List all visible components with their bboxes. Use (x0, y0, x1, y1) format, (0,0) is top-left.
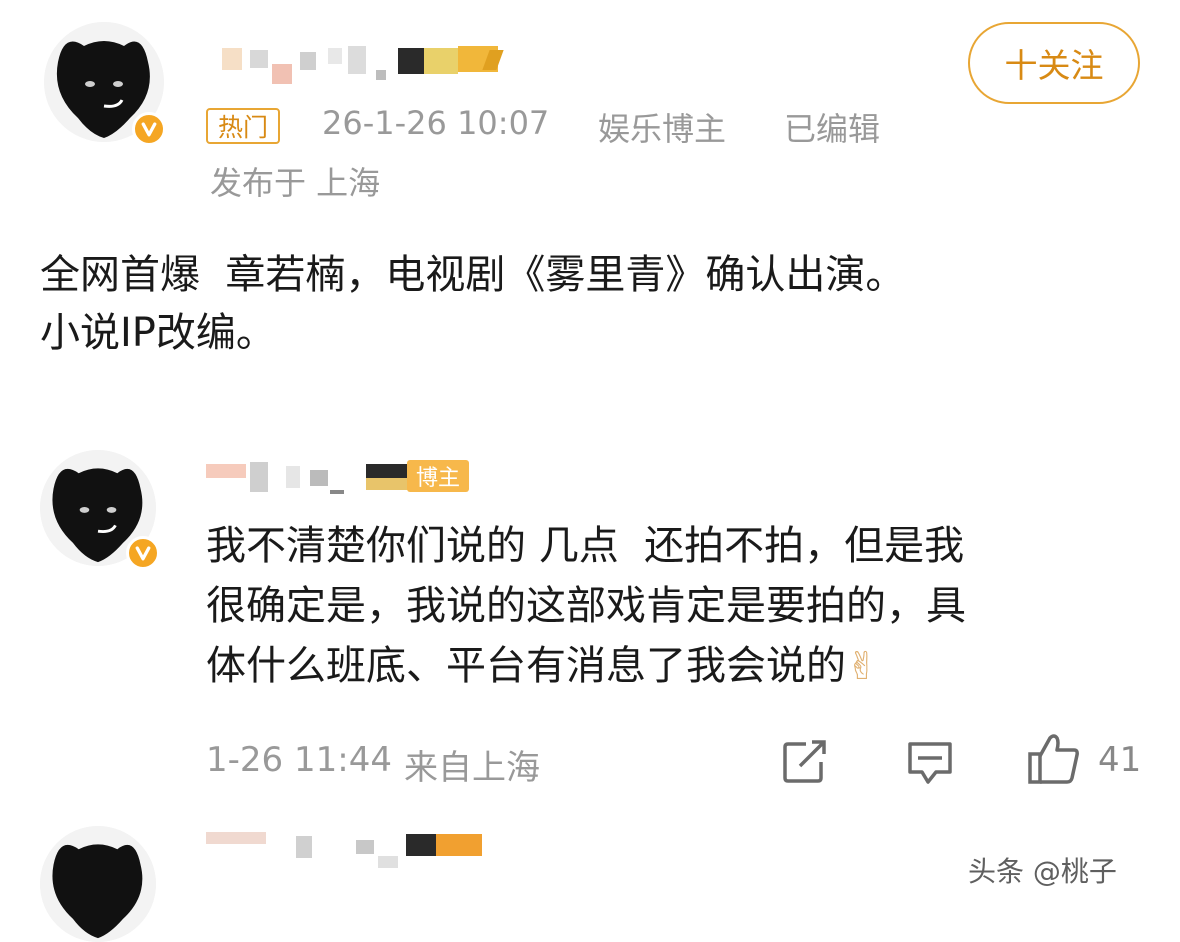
blogger-badge: 博主 (407, 460, 469, 492)
follow-button-label: 十关注 (1004, 46, 1104, 85)
author-type: 娱乐博主 (598, 110, 727, 148)
follow-button[interactable]: 十关注 (968, 22, 1140, 104)
comment-timestamp: 1-26 11:44 (206, 740, 392, 780)
verified-v-icon (126, 536, 160, 570)
commenter-name-blurred[interactable] (206, 460, 408, 496)
post-body-line-2: 小说IP改编。 (40, 310, 276, 356)
verified-v-icon (132, 112, 166, 146)
like-icon[interactable] (1026, 732, 1082, 786)
comment-body-line-2: 很确定是，我说的这部戏肯定是要拍的，具 (206, 583, 966, 629)
share-icon[interactable] (782, 740, 828, 784)
edited-label: 已编辑 (784, 110, 881, 148)
post-body-line-1: 全网首爆 章若楠，电视剧《雾里青》确认出演。 (40, 252, 906, 298)
comment-body-line-3: 体什么班底、平台有消息了我会说的✌ (206, 636, 1156, 696)
next-commenter-name-blurred[interactable] (206, 832, 486, 868)
comment-body-line-3-text: 体什么班底、平台有消息了我会说的 (206, 643, 846, 689)
watermark: 头条 @桃子 (968, 855, 1117, 888)
post-timestamp: 26-1-26 10:07 (322, 104, 550, 142)
victory-hand-emoji: ✌ (846, 644, 878, 688)
hot-tag: 热门 (206, 108, 281, 144)
like-count: 41 (1098, 740, 1142, 780)
comment-body-line-1: 我不清楚你们说的 几点 还拍不拍，但是我 (206, 523, 965, 569)
hot-tag-label: 热门 (218, 113, 269, 142)
post-body: 全网首爆 章若楠，电视剧《雾里青》确认出演。 小说IP改编。 (40, 246, 1140, 362)
comment-location: 来自上海 (404, 748, 540, 788)
comment-icon[interactable] (906, 740, 954, 786)
author-name-blurred[interactable] (216, 40, 516, 84)
post-location: 发布于 上海 (210, 164, 381, 202)
comment-body: 我不清楚你们说的 几点 还拍不拍，但是我 很确定是，我说的这部戏肯定是要拍的，具… (206, 516, 1156, 696)
next-commenter-avatar[interactable] (40, 826, 156, 942)
